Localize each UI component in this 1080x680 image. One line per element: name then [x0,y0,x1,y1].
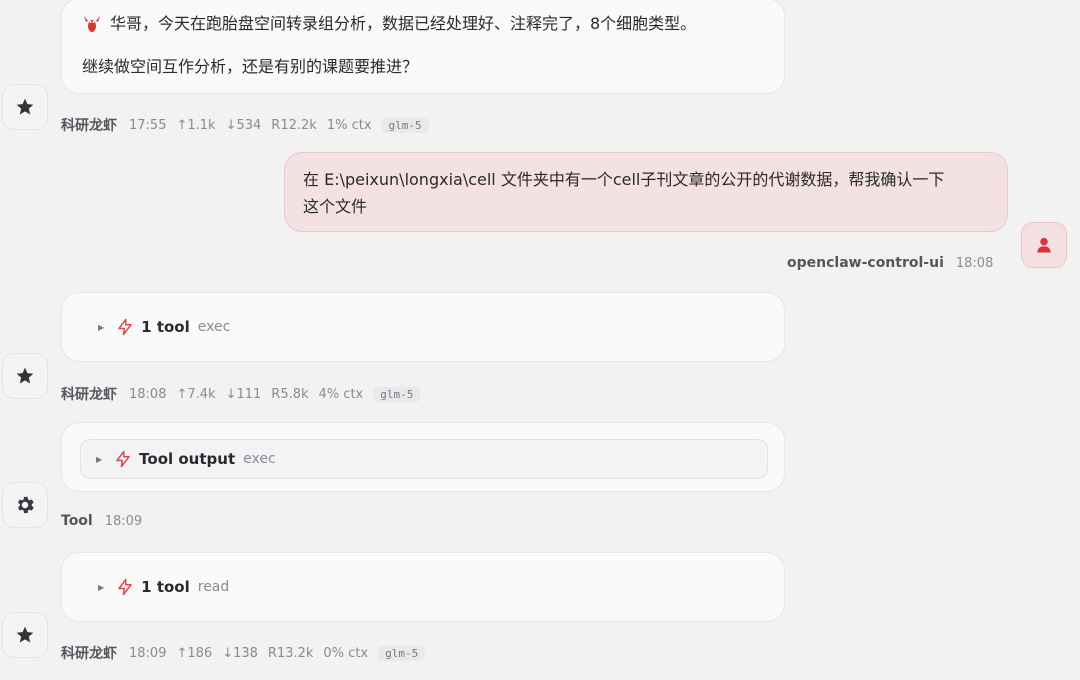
model-badge: glm-5 [378,645,426,661]
tool-kind: read [197,579,230,595]
tokens-r: R12.2k [271,117,317,133]
gear-icon [17,496,34,514]
assistant-avatar [2,84,48,130]
sender-name: 科研龙虾 [61,646,117,662]
tool-avatar [2,482,48,528]
timestamp: 17:55 [129,117,167,133]
lightning-icon [118,318,132,336]
model-badge: glm-5 [381,117,429,133]
message-meta: 科研龙虾 17:55 ↑1.1k ↓534 R12.2k 1% ctx glm-… [61,115,429,135]
tool-call-toggle[interactable]: ▶ 1 tool read [98,578,229,596]
assistant-avatar [2,612,48,658]
timestamp: 18:09 [104,513,143,529]
assistant-message-bubble: ▶ 1 tool exec [61,292,785,362]
message-meta: Tool 18:09 [61,513,152,529]
tool-label: 1 tool [141,318,190,336]
tool-output-toggle[interactable]: ▶ Tool output exec [96,450,276,468]
message-text-line: 在 E:\peixun\longxia\cell 文件夹中有一个cell子刊文章… [303,170,945,189]
lightning-icon [118,578,132,596]
message-meta: 科研龙虾 18:08 ↑7.4k ↓111 R5.8k 4% ctx glm-5 [61,384,421,404]
caret-right-icon: ▶ [96,454,103,464]
tokens-r: R13.2k [267,645,314,661]
assistant-avatar [2,353,48,399]
tokens-out: ↓534 [225,117,262,133]
message-meta: openclaw-control-ui 18:08 [787,255,1003,271]
lobster-icon [82,14,102,34]
sender-name: 科研龙虾 [61,387,117,403]
model-badge: glm-5 [373,386,421,402]
star-icon [16,98,34,115]
message-text-line: 继续做空间互作分析，还是有别的课题要推进？ [82,57,419,76]
tool-label: 1 tool [141,578,190,596]
assistant-message-bubble: ▶ 1 tool read [61,552,785,622]
context-usage: 0% ctx [323,645,369,661]
tokens-out: ↓138 [222,645,258,661]
message-meta: 科研龙虾 18:09 ↑186 ↓138 R13.2k 0% ctx glm-5 [61,643,426,663]
star-icon [16,367,34,384]
chat-thread: 华哥，今天在跑胎盘空间转录组分析，数据已经处理好、注释完了，8个细胞类型。 继续… [0,0,1080,680]
user-message-bubble: 在 E:\peixun\longxia\cell 文件夹中有一个cell子刊文章… [284,152,1008,232]
tokens-in: ↑7.4k [176,386,216,402]
tokens-r: R5.8k [271,386,309,402]
sender-name: Tool [61,513,93,529]
context-usage: 1% ctx [326,117,372,133]
user-icon [1037,237,1051,253]
user-avatar [1021,222,1067,268]
tokens-out: ↓111 [225,386,262,402]
assistant-message-bubble: 华哥，今天在跑胎盘空间转录组分析，数据已经处理好、注释完了，8个细胞类型。 继续… [61,0,785,94]
tool-kind: exec [197,319,231,335]
context-usage: 4% ctx [318,386,364,402]
message-text-line: 这个文件 [303,197,368,216]
sender-name: 科研龙虾 [61,118,117,134]
sender-name: openclaw-control-ui [787,255,944,271]
lightning-icon [116,450,130,468]
caret-right-icon: ▶ [98,322,105,332]
caret-right-icon: ▶ [98,582,105,592]
timestamp: 18:08 [129,386,167,402]
star-icon [16,626,34,643]
tool-call-toggle[interactable]: ▶ 1 tool exec [98,318,230,336]
tokens-in: ↑186 [176,645,213,661]
tokens-in: ↑1.1k [176,117,216,133]
tool-label: Tool output [139,450,236,468]
timestamp: 18:09 [129,645,167,661]
tool-kind: exec [243,451,276,467]
timestamp: 18:08 [955,255,994,271]
tool-message-bubble: ▶ Tool output exec [61,422,785,492]
message-text-line: 华哥，今天在跑胎盘空间转录组分析，数据已经处理好、注释完了，8个细胞类型。 [110,14,697,33]
